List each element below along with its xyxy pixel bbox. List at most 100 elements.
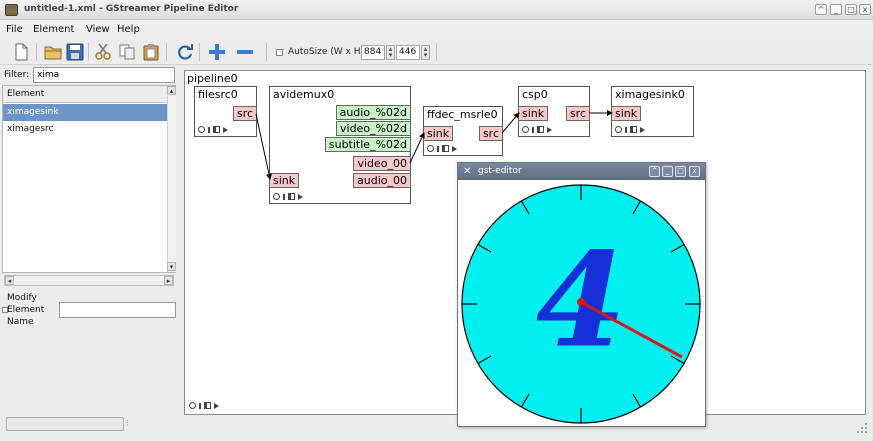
pause-icon[interactable] — [630, 126, 637, 133]
element-ximagesink0[interactable]: ximagesink0 sink — [611, 86, 694, 137]
state-controls[interactable] — [273, 192, 306, 202]
menu-element[interactable]: Element — [33, 24, 74, 35]
open-folder-icon[interactable] — [44, 43, 62, 61]
stop-icon[interactable] — [198, 126, 205, 133]
play-icon[interactable] — [298, 193, 303, 200]
paste-icon[interactable] — [142, 43, 160, 61]
pad-audio-template[interactable]: audio_%02d — [335, 105, 411, 120]
state-controls[interactable] — [427, 144, 460, 154]
element-avidemux0[interactable]: avidemux0 audio_%02d video_%02d subtitle… — [269, 86, 411, 204]
new-file-icon[interactable] — [12, 43, 30, 61]
zoom-out-icon[interactable] — [236, 43, 254, 61]
scroll-left-arrow[interactable]: ◂ — [5, 276, 14, 285]
popup-close-button[interactable]: x — [689, 166, 700, 177]
width-spinbox[interactable]: 884 — [361, 45, 385, 60]
play-icon[interactable] — [214, 402, 219, 409]
pad-video-template[interactable]: video_%02d — [336, 121, 411, 136]
scroll-down-arrow[interactable]: ▾ — [167, 262, 176, 271]
pad-sink[interactable]: sink — [423, 126, 454, 141]
list-item-ximagesink[interactable]: ximagesink — [3, 104, 167, 121]
pad-src[interactable]: src — [232, 106, 257, 121]
play-icon[interactable] — [640, 126, 645, 133]
pause-icon[interactable] — [204, 402, 211, 409]
scroll-up-arrow[interactable]: ▴ — [167, 86, 176, 95]
element-name: avidemux0 — [273, 88, 335, 101]
pad-video-00[interactable]: video_00 — [353, 156, 411, 171]
clock-center — [577, 298, 585, 306]
maximize-button[interactable]: □ — [845, 4, 857, 15]
popup-shade-button[interactable]: ^ — [649, 166, 660, 177]
stop-icon[interactable] — [615, 126, 622, 133]
play-icon[interactable] — [547, 126, 552, 133]
element-name-input[interactable] — [59, 302, 176, 318]
element-csp0[interactable]: csp0 sink src — [518, 86, 590, 137]
menu-file[interactable]: File — [6, 24, 23, 35]
play-icon[interactable] — [452, 145, 457, 152]
width-spin-arrows[interactable]: ▴ ▾ — [386, 45, 395, 60]
menu-help[interactable]: Help — [117, 24, 140, 35]
save-icon[interactable] — [66, 43, 84, 61]
pad-sink[interactable]: sink — [269, 173, 300, 188]
resize-grip-icon[interactable] — [856, 422, 868, 434]
stop-icon[interactable] — [427, 145, 434, 152]
pad-sink[interactable]: sink — [518, 106, 549, 121]
ready-icon[interactable] — [208, 126, 210, 133]
pause-icon[interactable] — [537, 126, 544, 133]
zoom-in-icon[interactable] — [208, 43, 226, 61]
autosize-label: AutoSize (W x H) — [288, 47, 364, 57]
popup-title-bar[interactable]: ✕ gst-editor ^ _ □ x — [458, 163, 705, 180]
element-name: filesrc0 — [198, 88, 238, 101]
filter-input[interactable] — [33, 67, 175, 83]
pad-sink[interactable]: sink — [611, 106, 642, 121]
element-ffdec-msrle0[interactable]: ffdec_msrle0 sink src — [423, 106, 503, 156]
popup-title: gst-editor — [478, 166, 522, 176]
element-label: Element — [7, 305, 45, 315]
status-bar — [6, 417, 124, 431]
cut-icon[interactable] — [94, 43, 112, 61]
height-spin-arrows[interactable]: ▴ ▾ — [421, 45, 430, 60]
ready-icon[interactable] — [532, 126, 534, 133]
stop-icon[interactable] — [189, 402, 196, 409]
pause-icon[interactable] — [442, 145, 449, 152]
stop-icon[interactable] — [522, 126, 529, 133]
video-output-window[interactable]: ✕ gst-editor ^ _ □ x 4 — [457, 162, 706, 427]
element-name: ximagesink0 — [615, 88, 685, 101]
ready-icon[interactable] — [283, 193, 285, 200]
pipeline-state-controls[interactable] — [189, 401, 222, 411]
state-controls[interactable] — [522, 125, 555, 135]
link-filesrc-avidemux — [255, 113, 272, 180]
play-icon[interactable] — [223, 126, 228, 133]
state-controls[interactable] — [615, 125, 648, 135]
close-button[interactable]: x — [859, 4, 871, 15]
state-controls[interactable] — [198, 125, 231, 135]
refresh-icon[interactable] — [176, 43, 194, 61]
ready-icon[interactable] — [437, 145, 439, 152]
shade-button[interactable]: ^ — [815, 4, 827, 15]
element-column-header[interactable]: Element — [3, 86, 167, 103]
list-horizontal-scrollbar[interactable]: ◂ ▸ — [4, 275, 174, 286]
menu-bar: File Element View Help — [0, 21, 873, 39]
copy-icon[interactable] — [118, 43, 136, 61]
toolbar-separator — [266, 43, 267, 61]
pause-icon[interactable] — [288, 193, 295, 200]
ready-icon[interactable] — [625, 126, 627, 133]
list-item-ximagesrc[interactable]: ximagesrc — [3, 121, 167, 138]
menu-view[interactable]: View — [86, 24, 110, 35]
popup-minimize-button[interactable]: _ — [662, 166, 673, 177]
autosize-checkbox[interactable] — [276, 49, 283, 56]
pad-src[interactable]: src — [478, 126, 503, 141]
pad-src[interactable]: src — [565, 106, 590, 121]
element-filesrc0[interactable]: filesrc0 src — [194, 86, 257, 137]
ready-icon[interactable] — [199, 402, 201, 409]
scroll-right-arrow[interactable]: ▸ — [164, 276, 173, 285]
pad-audio-00[interactable]: audio_00 — [353, 173, 411, 188]
popup-maximize-button[interactable]: □ — [675, 166, 686, 177]
list-vertical-scrollbar[interactable]: ▴ ▾ — [167, 86, 176, 272]
height-spinbox[interactable]: 446 — [396, 45, 420, 60]
pause-icon[interactable] — [213, 126, 220, 133]
minimize-button[interactable]: _ — [830, 4, 842, 15]
pad-subtitle-template[interactable]: subtitle_%02d — [324, 137, 411, 152]
stop-icon[interactable] — [273, 193, 280, 200]
link-avidemux-ffdec — [409, 132, 425, 164]
toolbar-separator — [199, 43, 200, 61]
